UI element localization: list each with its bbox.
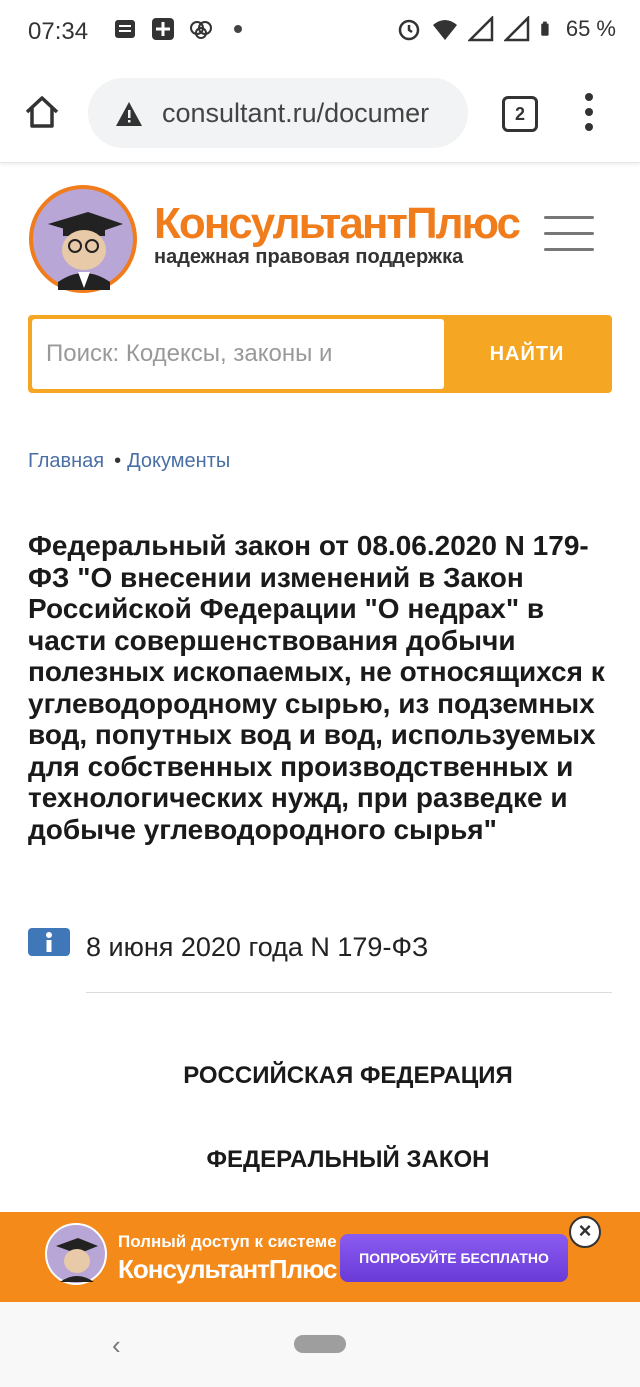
promo-banner[interactable]: Полный доступ к системе КонсультантПлюс … bbox=[0, 1212, 640, 1302]
brand-block[interactable]: КонсультантПлюс надежная правовая поддер… bbox=[154, 199, 521, 269]
tab-switcher-button[interactable]: 2 bbox=[502, 96, 538, 132]
dot-icon bbox=[234, 25, 242, 33]
search-input[interactable]: Поиск: Кодексы, законы и bbox=[32, 319, 444, 389]
document-date: 8 июня 2020 года N 179-ФЗ bbox=[86, 932, 429, 962]
site-header: КонсультантПлюс надежная правовая поддер… bbox=[0, 162, 640, 307]
more-menu-icon[interactable] bbox=[582, 92, 596, 132]
banner-text-line1: Полный доступ к системе bbox=[118, 1232, 337, 1251]
status-icons-right: 65 % bbox=[396, 16, 616, 42]
signal-icon bbox=[467, 16, 494, 42]
breadcrumb-documents-link[interactable]: Документы bbox=[127, 450, 230, 472]
signal-icon bbox=[503, 16, 530, 42]
status-time: 07:34 bbox=[28, 18, 89, 45]
hamburger-menu-icon[interactable] bbox=[544, 216, 594, 252]
back-icon[interactable]: ‹ bbox=[112, 1330, 121, 1361]
banner-mascot-icon bbox=[45, 1223, 107, 1285]
try-free-button[interactable]: ПОПРОБУЙТЕ БЕСПЛАТНО bbox=[340, 1234, 568, 1282]
message-icon bbox=[115, 20, 135, 38]
document-heading-law: ФЕДЕРАЛЬНЫЙ ЗАКОН bbox=[0, 1146, 640, 1174]
banner-text-line2: КонсультантПлюс bbox=[118, 1254, 337, 1284]
browser-toolbar: consultant.ru/documer 2 bbox=[0, 64, 640, 163]
brain-icon bbox=[190, 21, 212, 39]
search-bar: Поиск: Кодексы, законы и НАЙТИ bbox=[28, 315, 612, 393]
alarm-icon bbox=[398, 19, 420, 41]
warning-icon bbox=[116, 102, 142, 126]
logo-mascot-icon[interactable] bbox=[28, 184, 138, 294]
url-text: consultant.ru/documer bbox=[162, 98, 430, 128]
status-icons-left bbox=[112, 16, 242, 42]
search-button[interactable]: НАЙТИ bbox=[446, 319, 608, 389]
info-icon[interactable] bbox=[28, 928, 70, 956]
home-icon[interactable] bbox=[22, 92, 62, 132]
battery-icon bbox=[541, 21, 549, 36]
home-pill-icon[interactable] bbox=[294, 1335, 346, 1353]
status-bar: 07:34 65 % bbox=[0, 0, 640, 64]
heading-country-text: РОССИЙСКАЯ ФЕДЕРАЦИЯ bbox=[183, 1062, 513, 1089]
document-heading-country: РОССИЙСКАЯ ФЕДЕРАЦИЯ bbox=[0, 1062, 640, 1090]
breadcrumb-separator: • bbox=[114, 450, 122, 472]
system-nav-bar: ‹ bbox=[0, 1302, 640, 1387]
app-icon bbox=[152, 18, 174, 40]
address-bar[interactable]: consultant.ru/documer bbox=[88, 78, 468, 148]
document-title: Федеральный закон от 08.06.2020 N 179-ФЗ… bbox=[28, 530, 605, 845]
brand-name: КонсультантПлюс bbox=[154, 199, 521, 248]
divider bbox=[86, 992, 612, 993]
battery-level: 65 % bbox=[565, 16, 616, 41]
breadcrumb: Главная • Документы bbox=[28, 450, 230, 473]
wifi-icon bbox=[432, 20, 457, 40]
brand-tagline: надежная правовая поддержка bbox=[154, 246, 464, 268]
close-icon[interactable]: × bbox=[569, 1216, 601, 1248]
heading-law-text: ФЕДЕРАЛЬНЫЙ ЗАКОН bbox=[206, 1146, 490, 1173]
breadcrumb-home-link[interactable]: Главная bbox=[28, 450, 104, 472]
